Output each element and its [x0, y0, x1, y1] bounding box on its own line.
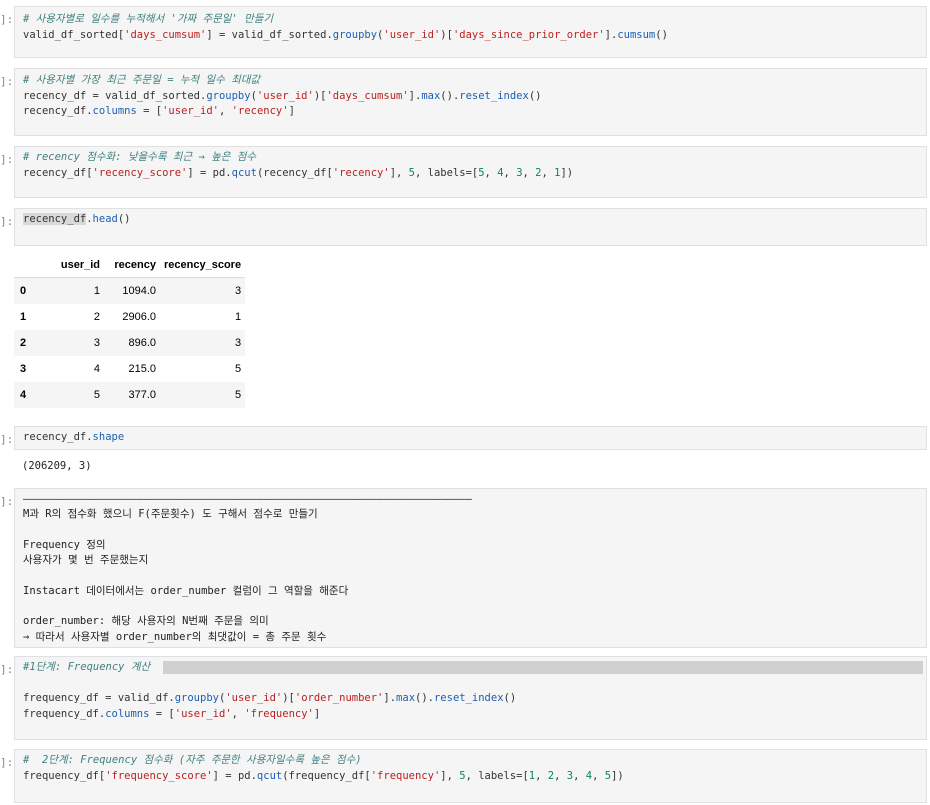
table-cell: 5 — [234, 363, 242, 375]
table-row: 2 3 896.0 3 — [14, 330, 246, 356]
code-text: #1단계: Frequency 계산 frequency_df = valid_… — [23, 660, 516, 722]
code-line: recency_df = valid_df_sorted.groupby('us… — [23, 89, 542, 102]
table-cell: 5 — [234, 389, 242, 401]
row-index: 1 — [20, 311, 27, 323]
code-line: recency_df.columns = ['user_id', 'recenc… — [23, 105, 295, 117]
selected-text: recency_df — [23, 213, 87, 225]
cell-prompt: ]: — [0, 756, 14, 769]
raw-text: ————————————————————————————————————————… — [23, 493, 472, 643]
code-cell-2[interactable]: # 사용자별 가장 최근 주문일 = 누적 일수 최대값 recency_df … — [14, 68, 927, 136]
row-index: 2 — [20, 337, 27, 349]
code-cell-7[interactable]: #1단계: Frequency 계산 frequency_df = valid_… — [14, 656, 927, 740]
dataframe-output: user_id recency recency_score 0 1 1094.0 3 … — [14, 253, 246, 408]
code-text: # recency 점수화: 낮을수록 최근 → 높은 점수 recency_d… — [23, 150, 573, 181]
code-text: # 사용자별로 일수를 누적해서 '가짜 주문일' 만들기 valid_df_s… — [23, 12, 668, 43]
table-cell: 3 — [93, 337, 100, 349]
table-cell: 2 — [93, 311, 100, 323]
cell-prompt: ]: — [0, 215, 14, 228]
column-header: recency — [104, 253, 160, 278]
row-index: 4 — [20, 389, 27, 401]
row-index: 3 — [20, 363, 27, 375]
code-text: # 2단계: Frequency 점수화 (자주 주문한 사용자일수록 높은 점… — [23, 753, 624, 784]
table-cell: 3 — [234, 285, 242, 297]
table-row: 0 1 1094.0 3 — [14, 277, 246, 304]
code-line: valid_df_sorted['days_cumsum'] = valid_d… — [23, 28, 668, 41]
code-cell-1[interactable]: # 사용자별로 일수를 누적해서 '가짜 주문일' 만들기 valid_df_s… — [14, 6, 927, 58]
cell-prompt: ]: — [0, 153, 14, 166]
code-comment: # recency 점수화: 낮을수록 최근 → 높은 점수 — [23, 151, 257, 163]
table-cell: 1 — [234, 311, 242, 323]
table-row: 3 4 215.0 5 — [14, 356, 245, 382]
code-comment: # 사용자별로 일수를 누적해서 '가짜 주문일' 만들기 — [23, 13, 274, 25]
table-header-row: user_id recency recency_score — [14, 253, 246, 278]
code-line: recency_df['recency_score'] = pd.qcut(re… — [23, 166, 574, 179]
column-header: recency_score — [160, 253, 246, 278]
code-line: frequency_df.columns = ['user_id', 'freq… — [23, 707, 321, 720]
code-cell-4[interactable]: recency_df.head() — [14, 208, 927, 246]
code-comment: # 사용자별 가장 최근 주문일 = 누적 일수 최대값 — [23, 74, 261, 86]
column-header — [14, 253, 44, 278]
column-header: user_id — [44, 253, 104, 278]
table-cell: 5 — [93, 389, 100, 401]
table-cell: 377.0 — [128, 389, 156, 401]
cell-prompt: ]: — [0, 663, 14, 676]
code-cell-3[interactable]: # recency 점수화: 낮을수록 최근 → 높은 점수 recency_d… — [14, 146, 927, 198]
code-line: frequency_df = valid_df.groupby('user_id… — [23, 692, 517, 704]
table-row: 4 5 377.0 5 — [14, 382, 246, 408]
table-cell: 215.0 — [128, 363, 156, 375]
cell-prompt: ]: — [0, 433, 14, 446]
table-cell: 896.0 — [128, 337, 156, 349]
table-cell: 2906.0 — [122, 311, 156, 323]
table-cell: 4 — [93, 363, 100, 375]
code-cell-5[interactable]: recency_df.shape — [14, 426, 927, 450]
code-cell-8[interactable]: # 2단계: Frequency 점수화 (자주 주문한 사용자일수록 높은 점… — [14, 749, 927, 803]
cell-output: (206209, 3) — [22, 460, 92, 472]
code-text: recency_df.shape — [23, 431, 125, 443]
cell-prompt: ]: — [0, 75, 14, 88]
table-cell: 3 — [234, 337, 242, 349]
code-comment: # 2단계: Frequency 점수화 (자주 주문한 사용자일수록 높은 점… — [23, 754, 362, 766]
table-row: 1 2 2906.0 1 — [14, 304, 245, 330]
code-text: # 사용자별 가장 최근 주문일 = 누적 일수 최대값 recency_df … — [23, 73, 541, 120]
code-text: recency_df.head() — [23, 213, 131, 225]
code-comment: #1단계: Frequency 계산 — [23, 661, 151, 673]
table-cell: 1 — [93, 285, 100, 297]
row-index: 0 — [20, 285, 27, 297]
cell-prompt: ]: — [0, 13, 14, 26]
cell-prompt: ]: — [0, 495, 14, 508]
raw-cell[interactable]: ————————————————————————————————————————… — [14, 488, 927, 648]
table-cell: 1094.0 — [122, 285, 156, 297]
code-line: frequency_df['frequency_score'] = pd.qcu… — [23, 769, 624, 782]
